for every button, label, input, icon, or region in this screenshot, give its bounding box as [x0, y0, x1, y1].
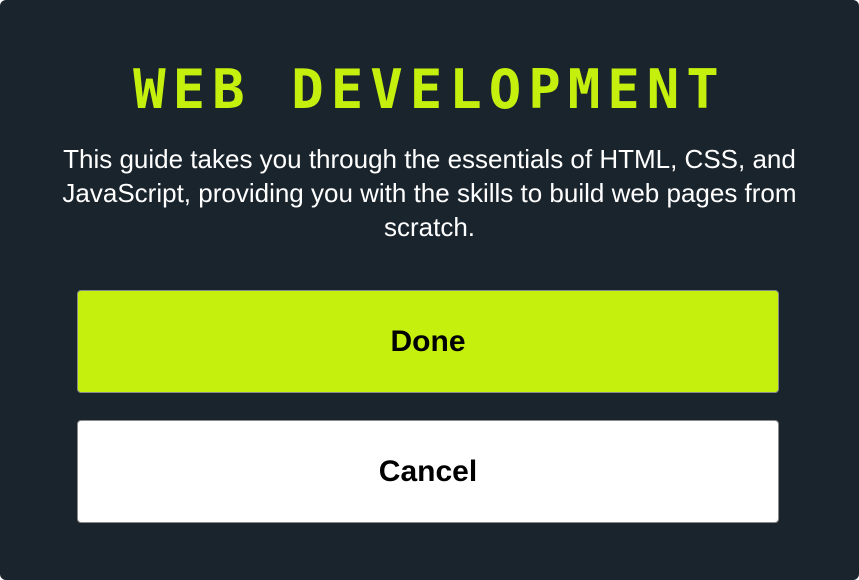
guide-dialog: WEB DEVELOPMENT This guide takes you thr… — [0, 0, 859, 580]
cancel-button-label: Cancel — [378, 454, 478, 488]
done-button[interactable]: Done — [77, 290, 779, 393]
dialog-description: This guide takes you through the essenti… — [62, 144, 797, 242]
cancel-button[interactable]: Cancel — [77, 420, 779, 523]
dialog-title: WEB DEVELOPMENT — [133, 58, 726, 121]
done-button-label: Done — [390, 324, 466, 358]
